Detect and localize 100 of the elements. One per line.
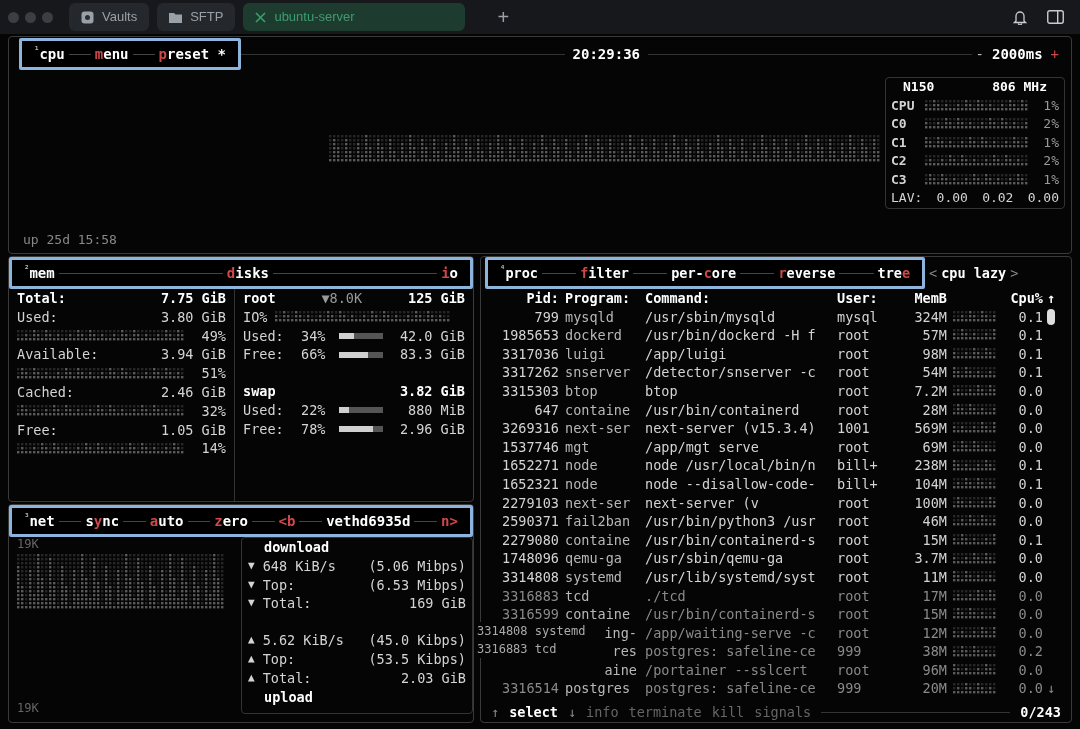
panel-option[interactable]: n> bbox=[441, 510, 458, 532]
process-cpu-graph bbox=[953, 571, 997, 584]
tab[interactable]: ubuntu-server bbox=[243, 3, 466, 31]
process-row[interactable]: 3314808 systemd /usr/lib/systemd/syst root 11M 0.0 bbox=[483, 567, 1071, 587]
process-row[interactable]: 3317036 luigi /app/luigi root 98M 0.1 bbox=[483, 344, 1071, 364]
panel-option[interactable]: zero bbox=[214, 510, 248, 532]
program-name: fail2ban bbox=[565, 513, 631, 530]
process-row[interactable]: 647 containe /usr/bin/containerd root 28M 0.0 bbox=[483, 400, 1071, 420]
tab[interactable]: Vaults bbox=[69, 3, 150, 31]
memory: 3.7M bbox=[913, 549, 947, 568]
process-row[interactable]: 2279080 containe /usr/bin/containerd-s root 15M 0.1 bbox=[483, 530, 1071, 550]
memory: 98M bbox=[921, 344, 947, 364]
panel-option[interactable]: disks bbox=[226, 262, 269, 284]
bell-icon[interactable] bbox=[1013, 9, 1027, 25]
process-row[interactable]: 799 mysqld /usr/sbin/mysqld mysql 324M 0.1 bbox=[483, 307, 1071, 327]
net-value: 169 GiB bbox=[409, 594, 466, 614]
close-icon[interactable] bbox=[255, 11, 267, 23]
process-row[interactable]: 1985653 dockerd /usr/bin/dockerd -H f root 57M 0.1 bbox=[483, 326, 1071, 345]
pid: 2279103 bbox=[502, 494, 559, 511]
process-row[interactable]: 3269316 next-ser next-server (v15.3.4) 1001 569M 0.0 bbox=[483, 419, 1071, 438]
user: root bbox=[837, 623, 871, 643]
panel-option[interactable]: sync bbox=[85, 510, 120, 532]
process-row[interactable]: 3316514 postgres postgres: safeline-ce 999 20M 0.0 ↓ bbox=[483, 679, 1071, 699]
net-scale: 19K bbox=[17, 537, 40, 551]
panel-option[interactable]: preset * bbox=[158, 43, 226, 65]
column-header[interactable]: User: bbox=[837, 289, 889, 308]
column-header[interactable]: Cpu% bbox=[999, 289, 1043, 308]
up-arrow: ▲ bbox=[248, 632, 255, 649]
panel-option[interactable]: auto bbox=[149, 510, 184, 532]
process-row[interactable]: 1652271 node node /usr/local/bin/n bill+ 238M 0.1 bbox=[483, 456, 1071, 475]
column-header[interactable]: Command: bbox=[641, 289, 837, 308]
core-label: C1 bbox=[891, 133, 908, 152]
panel-option[interactable]: menu bbox=[94, 43, 129, 65]
memory: 100M bbox=[913, 493, 947, 513]
process-row[interactable]: 3317262 snserver /detector/snserver -c root 54M 0.1 bbox=[483, 363, 1071, 382]
pid: 647 bbox=[534, 401, 559, 418]
program-name: btop bbox=[565, 382, 598, 399]
cpu-percent: 0.0 bbox=[1017, 512, 1043, 531]
select-down-key[interactable]: ↓ bbox=[567, 701, 577, 723]
process-row[interactable]: 3316883 tcd ./tcd root 17M 0.0 bbox=[483, 586, 1071, 606]
core-label: C2 bbox=[891, 152, 908, 170]
process-cpu-graph bbox=[953, 627, 997, 639]
sort-previous[interactable]: < bbox=[925, 262, 942, 284]
panel-option[interactable]: filter bbox=[580, 262, 629, 284]
scroll-up-arrow[interactable]: ↑ bbox=[1043, 289, 1059, 308]
disk-label: Free: bbox=[243, 345, 285, 365]
panel-option[interactable]: io bbox=[441, 262, 458, 284]
process-row[interactable]: 1652321 node node --disallow-code- bill+ 104M 0.1 bbox=[483, 474, 1071, 494]
memory: 46M bbox=[921, 512, 947, 531]
column-header[interactable]: Program: bbox=[559, 289, 641, 308]
process-row[interactable]: 2590371 fail2ban /usr/bin/python3 /usr root 46M 0.0 bbox=[483, 512, 1071, 531]
net-value: (45.0 Kibps) bbox=[368, 631, 466, 650]
folder-icon bbox=[169, 11, 183, 23]
net-scale: 19K bbox=[17, 700, 40, 718]
process-row[interactable]: 3316599 containe /usr/bin/containerd-s root 15M 0.0 bbox=[483, 605, 1071, 624]
disk-name: swap bbox=[243, 382, 276, 401]
select-up-key[interactable]: ↑ bbox=[491, 701, 500, 723]
column-header[interactable]: Pid: bbox=[483, 289, 559, 308]
process-action[interactable]: info bbox=[586, 701, 619, 723]
new-tab-button[interactable]: + bbox=[497, 7, 510, 27]
panel-option[interactable]: per-core bbox=[671, 262, 737, 284]
cpu-percent: 0.2 bbox=[1017, 642, 1043, 661]
column-header[interactable]: MemB bbox=[889, 289, 947, 308]
cpu-percent: 0.0 bbox=[1017, 493, 1043, 513]
memory: 96M bbox=[921, 660, 947, 680]
panel-option[interactable]: <b bbox=[278, 510, 296, 532]
process-action[interactable]: terminate bbox=[628, 701, 702, 723]
process-row[interactable]: 1537746 mgt /app/mgt serve root 69M 0.0 bbox=[483, 437, 1071, 457]
mem-percent: 32% bbox=[201, 401, 226, 421]
select-action[interactable]: select bbox=[509, 701, 558, 723]
panel-option[interactable]: reverse bbox=[778, 262, 836, 284]
process-row[interactable]: 2279103 next-ser next-server (v root 100M 0.0 bbox=[483, 493, 1071, 513]
program-name: tcd bbox=[565, 587, 590, 604]
core-percent: 2% bbox=[1043, 152, 1059, 170]
scroll-down-arrow[interactable]: ↓ bbox=[1046, 679, 1056, 699]
process-action[interactable]: signals bbox=[754, 701, 812, 723]
process-count: 0/243 bbox=[1020, 702, 1061, 722]
core-label: C3 bbox=[891, 170, 908, 189]
sort-next[interactable]: > bbox=[1006, 262, 1023, 284]
process-row[interactable]: 1748096 qemu-ga /usr/sbin/qemu-ga root 3.7M 0.0 bbox=[483, 549, 1071, 568]
overlay-line: 3316883 tcd bbox=[477, 641, 558, 658]
tab[interactable]: SFTP bbox=[157, 3, 236, 31]
disk-io: ▼8.0K bbox=[321, 289, 363, 308]
cpu-percent: 0.1 bbox=[1017, 307, 1043, 327]
process-row[interactable]: 3315303 btop btop root 7.2M 0.0 bbox=[483, 381, 1071, 401]
sidebar-icon[interactable] bbox=[1047, 10, 1064, 24]
interval-increase[interactable]: + bbox=[1046, 43, 1063, 65]
process-cpu-graph bbox=[953, 459, 997, 472]
down-arrow: ▼ bbox=[248, 557, 255, 574]
process-row[interactable]: aine /portainer --sslcert root 96M 0.0 bbox=[483, 660, 1071, 680]
process-action[interactable]: kill bbox=[711, 701, 745, 723]
net-label: 648 KiB/s bbox=[262, 556, 336, 576]
net-value: (6.53 Mibps) bbox=[368, 575, 466, 595]
sort-mode[interactable]: cpu lazy bbox=[941, 262, 1007, 284]
scrollbar-thumb[interactable] bbox=[1047, 308, 1055, 325]
cpu-percent: 0.1 bbox=[1017, 456, 1043, 475]
pid: 1748096 bbox=[502, 550, 559, 567]
panel-option[interactable]: tree bbox=[877, 262, 911, 284]
interval-decrease[interactable]: - bbox=[971, 43, 988, 65]
pid: 799 bbox=[534, 308, 559, 325]
